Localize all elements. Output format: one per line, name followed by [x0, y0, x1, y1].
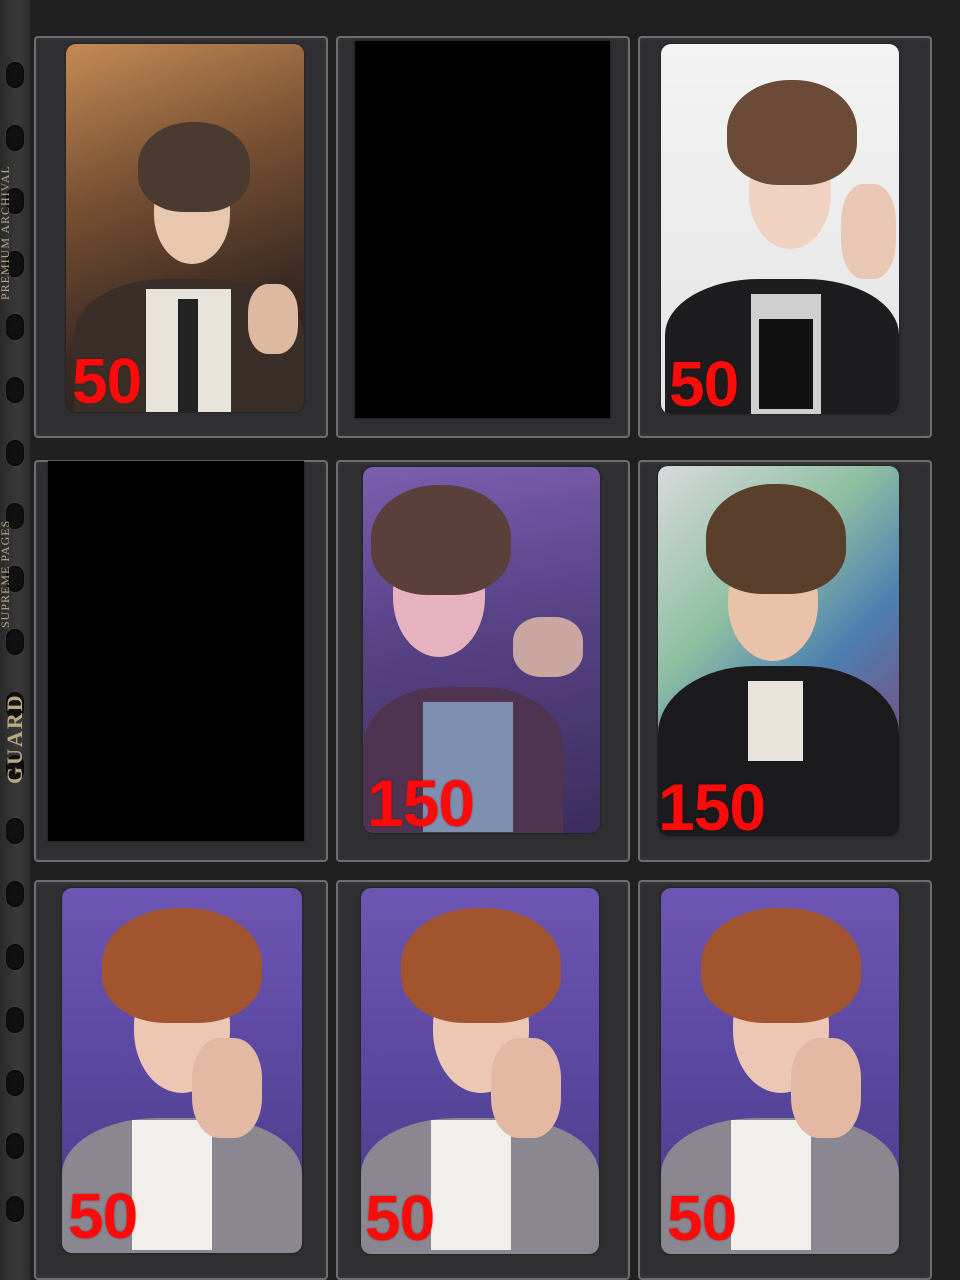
photocard-r1c1[interactable]: 50	[66, 44, 304, 412]
binder-hole	[6, 881, 24, 907]
binder-ring-strip: PREMIUM ARCHIVAL SUPREME PAGES GUARD	[0, 0, 30, 1280]
price-label: 50	[669, 348, 739, 414]
binder-hole	[6, 1196, 24, 1222]
photocard-r2c2[interactable]: 150	[363, 467, 600, 833]
photocard-r2c3[interactable]: 150	[658, 466, 899, 836]
spine-small-print: PREMIUM ARCHIVAL	[0, 165, 12, 300]
binder-hole	[6, 1007, 24, 1033]
binder-hole	[6, 818, 24, 844]
binder-hole	[6, 125, 24, 151]
price-label: 150	[658, 770, 766, 836]
binder-hole	[6, 314, 24, 340]
photocard-r3c3[interactable]: 50	[661, 888, 899, 1254]
binder-hole	[6, 62, 24, 88]
binder-hole	[6, 944, 24, 970]
price-label: 50	[68, 1180, 138, 1252]
photocard-r3c2[interactable]: 50	[361, 888, 599, 1254]
binder-hole	[6, 1133, 24, 1159]
price-label: 50	[667, 1182, 737, 1254]
photocard-r1c3[interactable]: 50	[661, 44, 899, 414]
price-label: 50	[365, 1182, 435, 1254]
binder-hole	[6, 629, 24, 655]
spine-brand: GUARD	[2, 693, 27, 784]
spine-product-line: SUPREME PAGES	[0, 519, 12, 628]
price-label: 50	[72, 345, 142, 412]
binder-hole	[6, 1070, 24, 1096]
censored-block	[48, 461, 304, 841]
photocard-r3c1[interactable]: 50	[62, 888, 302, 1253]
price-label: 150	[367, 766, 475, 833]
censored-block	[355, 41, 610, 418]
binder-hole	[6, 377, 24, 403]
binder-hole	[6, 440, 24, 466]
